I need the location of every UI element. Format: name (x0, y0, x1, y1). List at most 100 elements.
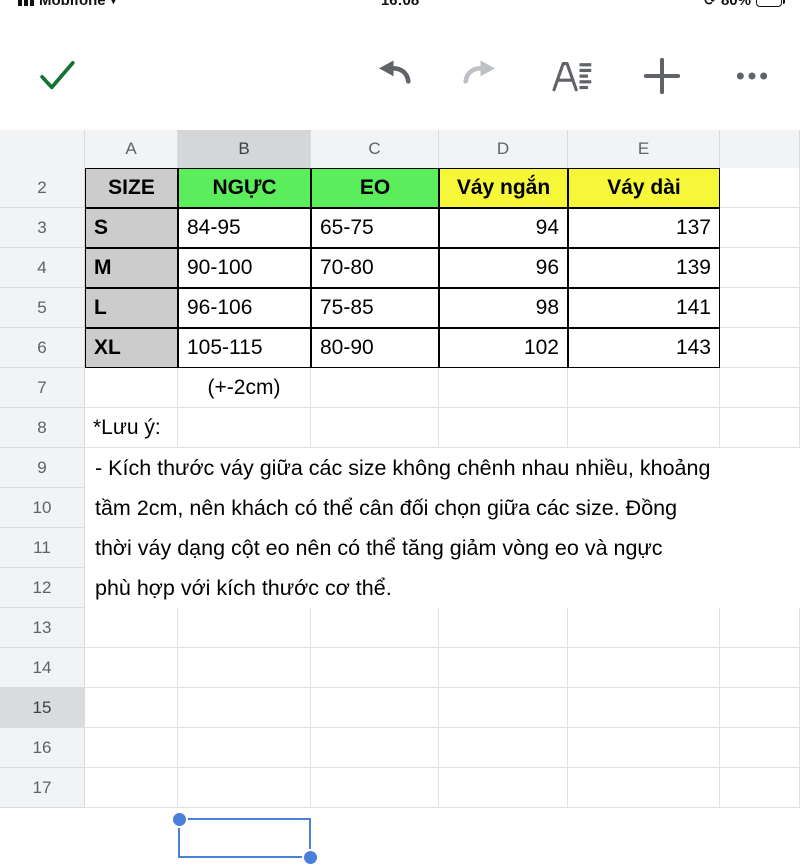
table-row[interactable]: 10 tầm 2cm, nên khách có thể cân đối chọn… (0, 488, 800, 528)
cell-a3[interactable]: S (85, 208, 178, 248)
cell-e17[interactable] (568, 768, 720, 808)
cell-c8[interactable] (311, 408, 439, 448)
cell-b16[interactable] (178, 728, 311, 768)
accept-button[interactable] (30, 49, 84, 103)
cell-a15[interactable] (85, 688, 178, 728)
column-header-a[interactable]: A (85, 130, 178, 168)
cell-a2[interactable]: SIZE (85, 168, 178, 208)
cell-c14[interactable] (311, 648, 439, 688)
cell-x6[interactable] (720, 328, 800, 368)
cell-d3[interactable]: 94 (439, 208, 568, 248)
cell-e14[interactable] (568, 648, 720, 688)
cell-d13[interactable] (439, 608, 568, 648)
table-row[interactable]: 3 S 84-95 65-75 94 137 (0, 208, 800, 248)
row-header-5[interactable]: 5 (0, 288, 85, 328)
row-header-14[interactable]: 14 (0, 648, 85, 688)
more-options-button[interactable] (726, 50, 778, 102)
cell-d7[interactable] (439, 368, 568, 408)
cell-b17[interactable] (178, 768, 311, 808)
cell-d4[interactable]: 96 (439, 248, 568, 288)
cell-x4[interactable] (720, 248, 800, 288)
cell-a10[interactable]: tầm 2cm, nên khách có thể cân đối chọn g… (85, 488, 800, 528)
cell-x16[interactable] (720, 728, 800, 768)
cell-e13[interactable] (568, 608, 720, 648)
row-header-4[interactable]: 4 (0, 248, 85, 288)
cell-d17[interactable] (439, 768, 568, 808)
grid-rows[interactable]: 2 SIZE NGỰC EO Váy ngắn Váy dài 3 S 84-95 65-75 94… (0, 168, 800, 808)
table-row[interactable]: 17 (0, 768, 800, 808)
cell-a8[interactable]: *Lưu ý: (85, 408, 178, 448)
cell-e15[interactable] (568, 688, 720, 728)
table-row[interactable]: 15 (0, 688, 800, 728)
cell-selection-box[interactable] (170, 810, 319, 866)
cell-c13[interactable] (311, 608, 439, 648)
row-header-7[interactable]: 7 (0, 368, 85, 408)
cell-a4[interactable]: M (85, 248, 178, 288)
row-header-9[interactable]: 9 (0, 448, 85, 488)
cell-e6[interactable]: 143 (568, 328, 720, 368)
row-header-11[interactable]: 11 (0, 528, 85, 568)
cell-c17[interactable] (311, 768, 439, 808)
text-format-button[interactable] (546, 50, 598, 102)
cell-c16[interactable] (311, 728, 439, 768)
cell-x3[interactable] (720, 208, 800, 248)
cell-d16[interactable] (439, 728, 568, 768)
column-header-d[interactable]: D (439, 130, 568, 168)
cell-c15[interactable] (311, 688, 439, 728)
select-all-corner[interactable] (0, 130, 85, 168)
table-row[interactable]: 11 thời váy dạng cột eo nên có thể tăng g… (0, 528, 800, 568)
cell-b4[interactable]: 90-100 (178, 248, 311, 288)
table-row[interactable]: 14 (0, 648, 800, 688)
row-header-12[interactable]: 12 (0, 568, 85, 608)
cell-b14[interactable] (178, 648, 311, 688)
cell-a16[interactable] (85, 728, 178, 768)
cell-a6[interactable]: XL (85, 328, 178, 368)
row-header-17[interactable]: 17 (0, 768, 85, 808)
cell-b15[interactable] (178, 688, 311, 728)
cell-b13[interactable] (178, 608, 311, 648)
cell-c7[interactable] (311, 368, 439, 408)
row-header-15[interactable]: 15 (0, 688, 85, 728)
cell-e2[interactable]: Váy dài (568, 168, 720, 208)
cell-e16[interactable] (568, 728, 720, 768)
cell-a17[interactable] (85, 768, 178, 808)
cell-b7[interactable]: (+-2cm) (178, 368, 311, 408)
cell-c6[interactable]: 80-90 (311, 328, 439, 368)
table-row[interactable]: 12 phù hợp với kích thước cơ thể. (0, 568, 800, 608)
selection-handle-top-left[interactable] (170, 810, 188, 828)
cell-e5[interactable]: 141 (568, 288, 720, 328)
cell-x13[interactable] (720, 608, 800, 648)
cell-b3[interactable]: 84-95 (178, 208, 311, 248)
table-row[interactable]: 7 (+-2cm) (0, 368, 800, 408)
table-row[interactable]: 9- Kích thước váy giữa các size không ch… (0, 448, 800, 488)
cell-d2[interactable]: Váy ngắn (439, 168, 568, 208)
spreadsheet-grid[interactable]: ABCDE 2 SIZE NGỰC EO Váy ngắn Váy dài 3 S 84-95 6… (0, 130, 800, 866)
column-header-b[interactable]: B (178, 130, 311, 168)
row-header-3[interactable]: 3 (0, 208, 85, 248)
cell-e4[interactable]: 139 (568, 248, 720, 288)
row-header-8[interactable]: 8 (0, 408, 85, 448)
cell-e7[interactable] (568, 368, 720, 408)
table-row[interactable]: 8 *Lưu ý: (0, 408, 800, 448)
cell-a12[interactable]: phù hợp với kích thước cơ thể. (85, 568, 800, 608)
cell-e8[interactable] (568, 408, 720, 448)
cell-c2[interactable]: EO (311, 168, 439, 208)
cell-a5[interactable]: L (85, 288, 178, 328)
cell-c5[interactable]: 75-85 (311, 288, 439, 328)
table-row[interactable]: 4 M 90-100 70-80 96 139 (0, 248, 800, 288)
cell-x5[interactable] (720, 288, 800, 328)
cell-x14[interactable] (720, 648, 800, 688)
selection-handle-bottom-right[interactable] (301, 848, 319, 866)
cell-x8[interactable] (720, 408, 800, 448)
cell-a11[interactable]: thời váy dạng cột eo nên có thể tăng giả… (85, 528, 800, 568)
row-header-13[interactable]: 13 (0, 608, 85, 648)
cell-b8[interactable] (178, 408, 311, 448)
table-row[interactable]: 16 (0, 728, 800, 768)
cell-x2[interactable] (720, 168, 800, 208)
cell-d5[interactable]: 98 (439, 288, 568, 328)
table-row[interactable]: 6 XL 105-115 80-90 102 143 (0, 328, 800, 368)
table-row[interactable]: 5 L 96-106 75-85 98 141 (0, 288, 800, 328)
cell-a13[interactable] (85, 608, 178, 648)
cell-a9[interactable]: - Kích thước váy giữa các size không chê… (85, 448, 800, 488)
cell-d14[interactable] (439, 648, 568, 688)
